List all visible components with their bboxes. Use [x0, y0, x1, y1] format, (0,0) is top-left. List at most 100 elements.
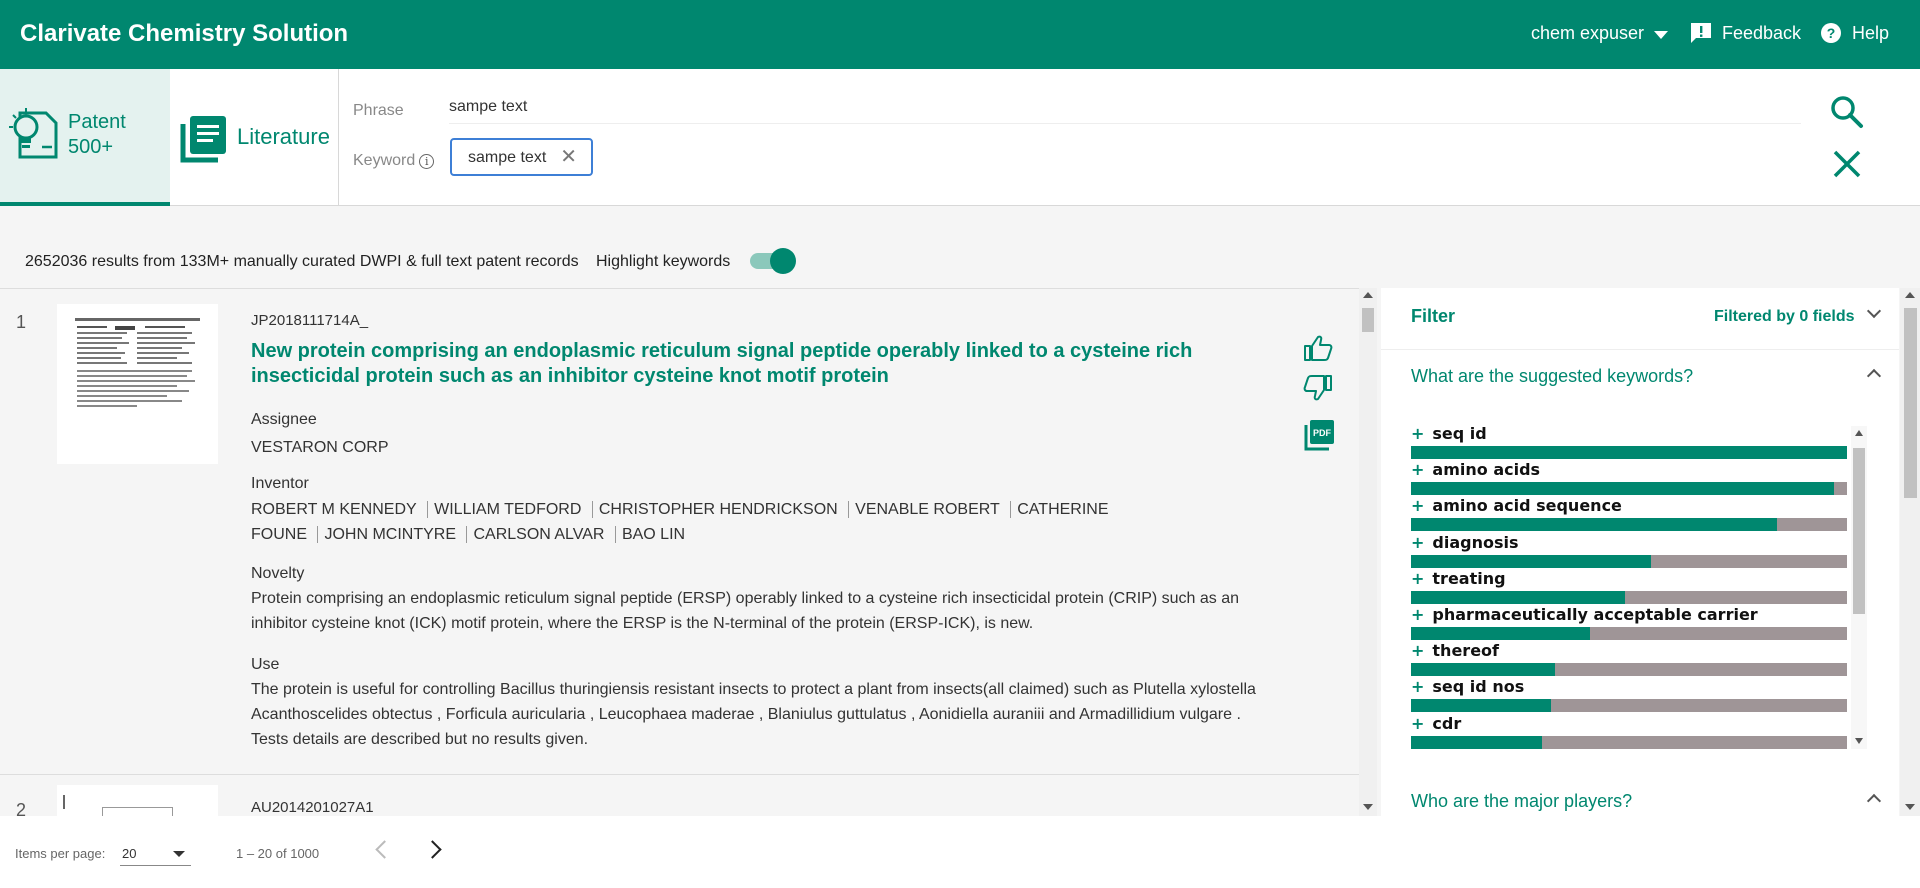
document-preview-icon [75, 318, 200, 407]
chevron-up-icon[interactable] [1866, 368, 1882, 384]
filter-panel: Filter Filtered by 0 fields What are the… [1381, 288, 1899, 816]
add-keyword-icon[interactable]: + [1411, 714, 1424, 733]
inventor-name[interactable]: CHRISTOPHER HENDRICKSON [591, 501, 844, 518]
chevron-down-icon[interactable] [1866, 303, 1882, 319]
inventor-name[interactable]: ROBERT M KENNEDY [251, 501, 423, 518]
scroll-down-icon[interactable] [1363, 804, 1373, 810]
result-thumbnail[interactable] [57, 304, 218, 464]
add-keyword-icon[interactable]: + [1411, 677, 1424, 696]
tab-patent[interactable]: Patent 500+ [0, 69, 170, 206]
svg-text:?: ? [1827, 25, 1836, 41]
phrase-input[interactable]: sampe text [449, 98, 527, 116]
toggle-knob [770, 248, 796, 274]
svg-text:PDF: PDF [1313, 428, 1332, 438]
result-rank: 1 [16, 312, 27, 332]
keyword-scrollbar[interactable] [1851, 426, 1867, 749]
next-page-icon[interactable] [423, 840, 442, 859]
clear-icon[interactable] [1832, 149, 1862, 179]
feedback-label: Feedback [1722, 22, 1802, 43]
feedback-icon [1691, 23, 1711, 43]
pdf-icon[interactable]: PDF [1303, 419, 1335, 451]
keyword-item[interactable]: + seq id [1411, 424, 1851, 460]
result-thumbnail[interactable] [57, 785, 218, 816]
tab-literature-label: Literature [237, 124, 330, 149]
keyword-relevance-bar [1411, 663, 1847, 676]
keyword-item[interactable]: + pharmaceutically acceptable carrier [1411, 605, 1851, 641]
inventor-name[interactable]: VENABLE ROBERT [848, 501, 1006, 518]
result-record-id: JP2018111714A_ [251, 312, 369, 329]
keyword-label: treating [1432, 569, 1506, 588]
assignee-value: VESTARON CORP [251, 439, 389, 456]
keyword-label: seq id nos [1432, 677, 1525, 696]
inventor-name[interactable]: JOHN MCINTYRE [317, 526, 463, 543]
add-keyword-icon[interactable]: + [1411, 496, 1424, 515]
items-per-page-select[interactable]: 20 [120, 841, 191, 866]
keyword-item[interactable]: + seq id nos [1411, 677, 1851, 713]
scroll-up-icon[interactable] [1363, 292, 1373, 298]
help-icon: ? [1821, 23, 1841, 43]
app-title[interactable]: Clarivate Chemistry Solution [20, 20, 348, 48]
scroll-thumb[interactable] [1904, 308, 1917, 498]
highlight-keywords-toggle[interactable] [750, 248, 796, 274]
top-bar: Clarivate Chemistry Solution chem expuse… [0, 0, 1920, 69]
keyword-item[interactable]: + amino acid sequence [1411, 496, 1851, 532]
inventor-name[interactable]: WILLIAM TEDFORD [427, 501, 588, 518]
keyword-relevance-fill [1411, 518, 1777, 531]
suggested-keywords-heading[interactable]: What are the suggested keywords? [1411, 366, 1693, 387]
keyword-relevance-fill [1411, 591, 1625, 604]
keyword-item[interactable]: + amino acids [1411, 460, 1851, 496]
filter-scrollbar[interactable] [1900, 288, 1920, 816]
novelty-label: Novelty [251, 565, 305, 582]
keyword-chip[interactable]: sampe text ✕ [450, 138, 593, 176]
add-keyword-icon[interactable]: + [1411, 569, 1424, 588]
add-keyword-icon[interactable]: + [1411, 641, 1424, 660]
keyword-label: cdr [1432, 714, 1462, 733]
keyword-label: amino acid sequence [1432, 496, 1622, 515]
major-players-heading[interactable]: Who are the major players? [1411, 791, 1632, 812]
use-label: Use [251, 656, 280, 673]
add-keyword-icon[interactable]: + [1411, 605, 1424, 624]
keyword-label-group: Keyword i [353, 152, 435, 170]
keyword-relevance-bar [1411, 627, 1847, 640]
keyword-relevance-bar [1411, 736, 1847, 749]
add-keyword-icon[interactable]: + [1411, 533, 1424, 552]
info-icon[interactable]: i [419, 153, 435, 169]
help-button[interactable]: ? Help [1820, 22, 1889, 44]
chevron-up-icon[interactable] [1866, 793, 1882, 809]
filter-title: Filter [1411, 306, 1456, 326]
add-keyword-icon[interactable]: + [1411, 424, 1424, 443]
result-title[interactable]: New protein comprising an endoplasmic re… [251, 339, 1271, 389]
scroll-up-icon[interactable] [1855, 430, 1863, 436]
scroll-down-icon[interactable] [1905, 804, 1915, 810]
keyword-relevance-fill [1411, 699, 1551, 712]
novelty-text: Protein comprising an endoplasmic reticu… [251, 590, 1240, 632]
thumbs-up-icon[interactable] [1303, 334, 1333, 362]
scroll-thumb[interactable] [1853, 448, 1865, 614]
keyword-relevance-fill [1411, 663, 1555, 676]
tab-literature[interactable]: Literature [170, 69, 339, 206]
user-menu[interactable]: chem expuser [1531, 23, 1669, 44]
results-scrollbar[interactable] [1359, 288, 1377, 816]
keyword-item[interactable]: + cdr [1411, 714, 1851, 750]
chip-close-icon[interactable]: ✕ [560, 147, 577, 167]
keyword-item[interactable]: + diagnosis [1411, 533, 1851, 569]
phrase-label: Phrase [353, 102, 404, 119]
add-keyword-icon[interactable]: + [1411, 460, 1424, 479]
feedback-button[interactable]: Feedback [1690, 22, 1801, 44]
keyword-relevance-fill [1411, 446, 1847, 459]
scroll-up-icon[interactable] [1905, 292, 1915, 298]
prev-page-icon[interactable] [375, 840, 394, 859]
thumbs-down-icon[interactable] [1303, 374, 1333, 402]
user-caret-icon [1654, 30, 1669, 39]
scroll-thumb[interactable] [1362, 308, 1374, 332]
search-icon[interactable] [1829, 94, 1865, 130]
result-item: 1 JP2018111714A_ New protein comprising … [0, 289, 1360, 775]
scroll-down-icon[interactable] [1855, 738, 1863, 744]
keyword-item[interactable]: + thereof [1411, 641, 1851, 677]
use-text: The protein is useful for controlling Ba… [251, 681, 1256, 748]
inventor-name[interactable]: CARLSON ALVAR [466, 526, 611, 543]
inventor-name[interactable]: BAO LIN [614, 526, 692, 543]
highlight-keywords-label: Highlight keywords [596, 253, 731, 270]
keyword-item[interactable]: + treating [1411, 569, 1851, 605]
filter-header[interactable]: Filter Filtered by 0 fields [1381, 288, 1899, 350]
